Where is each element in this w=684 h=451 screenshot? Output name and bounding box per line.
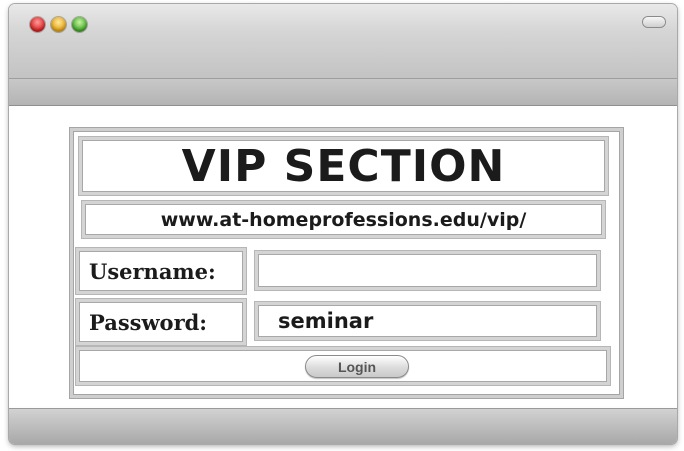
vip-login-form: VIP SECTION www.at-homeprofessions.edu/v… (70, 128, 623, 398)
password-input[interactable] (258, 305, 597, 337)
site-url: www.at-homeprofessions.edu/vip/ (160, 208, 527, 231)
page-content: VIP SECTION www.at-homeprofessions.edu/v… (9, 106, 677, 406)
title-cell: VIP SECTION (79, 137, 608, 195)
username-input[interactable] (258, 254, 597, 287)
page-title: VIP SECTION (181, 140, 506, 192)
username-label: Username: (89, 258, 216, 284)
login-button[interactable]: Login (305, 355, 409, 378)
password-input-cell (255, 302, 600, 340)
username-input-cell (255, 251, 600, 290)
login-cell: Login (76, 347, 610, 385)
status-bar (9, 408, 677, 444)
title-bar (9, 4, 677, 79)
username-label-cell: Username: (76, 248, 246, 294)
close-window-icon[interactable] (30, 17, 45, 32)
password-label-cell: Password: (76, 299, 246, 345)
url-cell: www.at-homeprofessions.edu/vip/ (82, 201, 605, 238)
minimize-window-icon[interactable] (51, 17, 66, 32)
password-label: Password: (89, 309, 208, 335)
browser-window: VIP SECTION www.at-homeprofessions.edu/v… (9, 4, 677, 444)
toolbar (9, 79, 677, 106)
maximize-window-icon[interactable] (72, 17, 87, 32)
toolbar-pill-icon[interactable] (643, 17, 665, 27)
